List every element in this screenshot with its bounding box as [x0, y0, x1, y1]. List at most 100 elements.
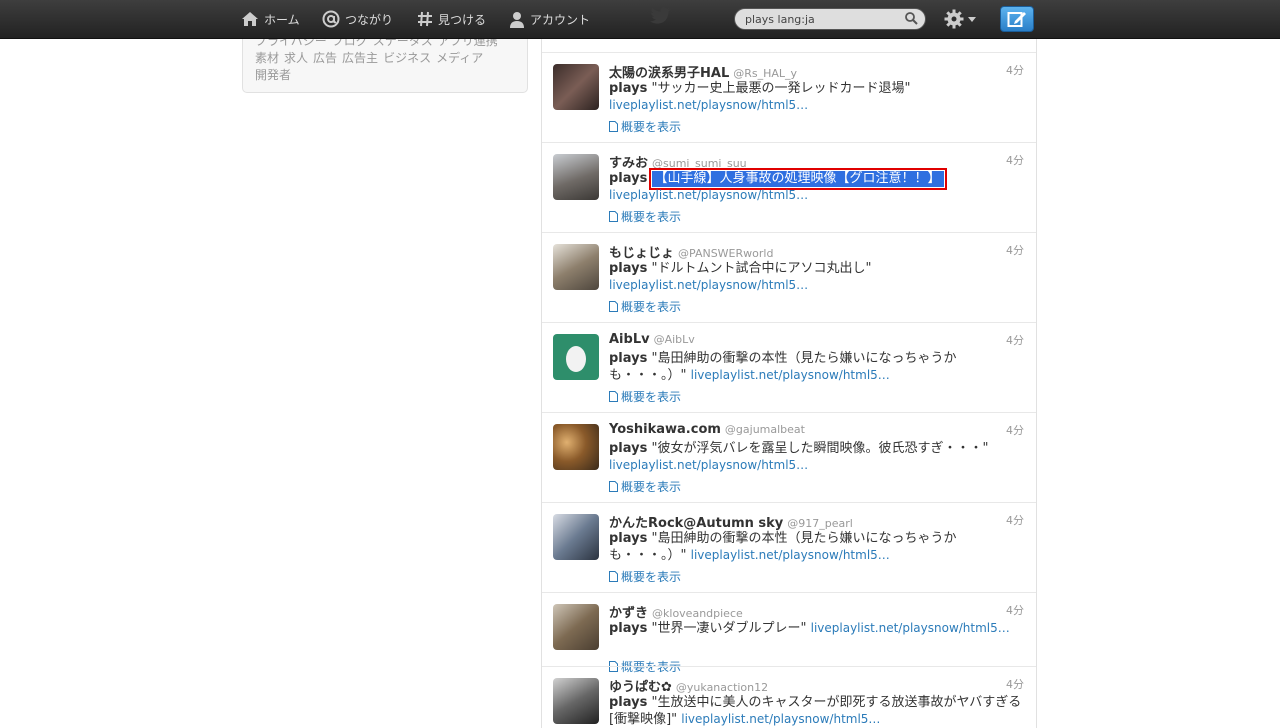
tweet-timestamp[interactable]: 4分: [1006, 152, 1024, 168]
tweet-user-name[interactable]: もじょじょ: [609, 246, 674, 261]
tweet-link[interactable]: liveplaylist.net/playsnow/html5…: [609, 458, 808, 472]
tweet-user-handle[interactable]: @AibLv: [654, 333, 695, 346]
tweet-link[interactable]: liveplaylist.net/playsnow/html5…: [691, 548, 890, 562]
tweet-user-name[interactable]: かんたRock@Autumn sky: [609, 516, 783, 531]
nav-connect-label: つながり: [345, 12, 394, 27]
tweet-link[interactable]: liveplaylist.net/playsnow/html5…: [609, 278, 808, 292]
document-icon: [609, 571, 618, 582]
tweet-text: plays "ドルトムント試合中にアソコ丸出し" liveplaylist.ne…: [609, 260, 1029, 294]
tweet-plays-label: plays: [609, 441, 648, 456]
footer-link[interactable]: 広告主: [342, 51, 378, 65]
tweet-timestamp[interactable]: 4分: [1006, 422, 1024, 438]
tweet-plays-label: plays: [609, 621, 648, 636]
avatar[interactable]: [553, 64, 599, 110]
tweet-header: ゆうぱむ✿ @yukanaction12 4分: [609, 676, 1024, 695]
tweet-user-name[interactable]: AibLv: [609, 332, 650, 347]
footer-link[interactable]: メディア: [436, 51, 483, 65]
tweet-user-handle[interactable]: @yukanaction12: [676, 681, 768, 694]
nav-connect[interactable]: つながり: [322, 0, 393, 38]
document-icon: [609, 121, 618, 132]
nav-home[interactable]: ホーム: [241, 0, 300, 38]
tweet-user-handle[interactable]: @kloveandpiece: [652, 607, 743, 620]
tweet-title: "彼女が浮気バレを露呈した瞬間映像。彼氏恐すぎ・・・": [651, 441, 989, 456]
expand-summary-label: 概要を表示: [621, 120, 682, 134]
tweet-link[interactable]: liveplaylist.net/playsnow/html5…: [609, 188, 808, 202]
highlighted-tweet-title: 【山手線】人身事故の処理映像【グロ注意！！】: [648, 168, 947, 190]
footer-link[interactable]: 広告: [313, 51, 337, 65]
expand-summary-link[interactable]: 概要を表示: [609, 388, 681, 405]
nav-account[interactable]: アカウント: [509, 0, 590, 38]
avatar[interactable]: [553, 244, 599, 290]
footer-link[interactable]: 求人: [284, 51, 308, 65]
avatar[interactable]: [553, 334, 599, 380]
tweet-user-handle[interactable]: @PANSWERworld: [678, 247, 773, 260]
hash-icon: [418, 11, 432, 27]
tweet-title: "世界一凄いダブルプレー": [651, 621, 807, 636]
tweet-link[interactable]: liveplaylist.net/playsnow/html5…: [811, 621, 1010, 635]
tweet-timestamp[interactable]: 4分: [1006, 602, 1024, 618]
tweet-link[interactable]: liveplaylist.net/playsnow/html5…: [681, 712, 880, 726]
expand-summary-label: 概要を表示: [621, 300, 682, 314]
expand-summary-link[interactable]: 概要を表示: [609, 478, 681, 495]
search-input[interactable]: [745, 11, 895, 27]
footer-link[interactable]: 開発者: [255, 68, 291, 82]
avatar[interactable]: [553, 424, 599, 470]
search-icon[interactable]: [905, 12, 918, 25]
avatar[interactable]: [553, 678, 599, 724]
tweet-title: "サッカー史上最悪の一発レッドカード退場": [651, 81, 911, 96]
tweet-plays-label: plays: [609, 695, 648, 710]
tweet-item[interactable]: ゆうぱむ✿ @yukanaction12 4分 plays "生放送中に美人のキャ…: [542, 666, 1036, 728]
tweet-header: かんたRock@Autumn sky @917_pearl 4分: [609, 512, 1024, 531]
tweet-timestamp[interactable]: 4分: [1006, 332, 1024, 348]
tweet-item[interactable]: AibLv @AibLv 4分 plays "島田紳助の衝撃の本性（見たら嫌いにな…: [542, 322, 1036, 412]
tweet-user-name[interactable]: Yoshikawa.com: [609, 422, 721, 437]
tweet-plays-label: plays: [609, 261, 648, 276]
gear-icon: [944, 9, 964, 29]
compose-icon: [1007, 12, 1026, 27]
nav-discover[interactable]: 見つける: [417, 0, 486, 38]
tweet-link[interactable]: liveplaylist.net/playsnow/html5…: [691, 368, 890, 382]
tweet-timestamp[interactable]: 4分: [1006, 676, 1024, 692]
tweet-item[interactable]: すみお @sumi_sumi_suu 4分 plays 【山手線】人身事故の処理映…: [542, 142, 1036, 232]
nav-account-label: アカウント: [530, 12, 591, 27]
tweet-user-name[interactable]: 太陽の涙系男子HAL: [609, 66, 729, 81]
expand-summary-link[interactable]: 概要を表示: [609, 568, 681, 585]
avatar[interactable]: [553, 514, 599, 560]
footer-links: プライバシー ブログ ステータス アプリ連携 素材 求人 広告 広告主 ビジネス メディア 開発…: [255, 33, 517, 84]
top-navigation-bar: ホーム つながり 見つける アカウント: [0, 0, 1280, 39]
tweet-user-name[interactable]: すみお: [609, 156, 648, 171]
tweet-timestamp[interactable]: 4分: [1006, 512, 1024, 528]
footer-link[interactable]: ビジネス: [383, 51, 431, 65]
document-icon: [609, 391, 618, 402]
tweet-plays-label: plays: [609, 81, 648, 96]
expand-summary-link[interactable]: 概要を表示: [609, 208, 681, 225]
settings-menu[interactable]: [944, 9, 976, 29]
tweet-user-handle[interactable]: @sumi_sumi_suu: [652, 157, 747, 170]
tweet-timestamp[interactable]: 4分: [1006, 62, 1024, 78]
tweet-text: plays "生放送中に美人のキャスターが即死する放送事故がヤバすぎる[衝撃映像…: [609, 694, 1029, 728]
tweet-item[interactable]: もじょじょ @PANSWERworld 4分 plays "ドルトムント試合中にア…: [542, 232, 1036, 322]
tweet-timestamp[interactable]: 4分: [1006, 242, 1024, 258]
tweet-item[interactable]: かんたRock@Autumn sky @917_pearl 4分 plays "島…: [542, 502, 1036, 592]
expand-summary-link[interactable]: 概要を表示: [609, 118, 681, 135]
tweet-link[interactable]: liveplaylist.net/playsnow/html5…: [609, 98, 808, 112]
at-sign-icon: [322, 10, 340, 28]
chevron-down-icon: [968, 16, 976, 22]
tweet-item[interactable]: 太陽の涙系男子HAL @Rs_HAL_y 4分 plays "サッカー史上最悪の一…: [542, 52, 1036, 142]
avatar[interactable]: [553, 604, 599, 650]
person-icon: [510, 11, 524, 28]
tweet-item[interactable]: Yoshikawa.com @gajumalbeat 4分 plays "彼女が浮…: [542, 412, 1036, 502]
tweet-user-name[interactable]: かずき: [609, 606, 648, 621]
tweet-title: "ドルトムント試合中にアソコ丸出し": [651, 261, 872, 276]
tweet-user-handle[interactable]: @gajumalbeat: [725, 423, 805, 436]
tweet-text: plays 【山手線】人身事故の処理映像【グロ注意！！】 liveplaylis…: [609, 168, 1029, 204]
tweet-user-name[interactable]: ゆうぱむ✿: [609, 680, 672, 695]
avatar[interactable]: [553, 154, 599, 200]
tweet-plays-label: plays: [609, 171, 648, 186]
document-icon: [609, 481, 618, 492]
footer-link[interactable]: 素材: [255, 51, 279, 65]
expand-summary-link[interactable]: 概要を表示: [609, 298, 681, 315]
tweet-user-handle[interactable]: @917_pearl: [787, 517, 853, 530]
compose-tweet-button[interactable]: [1000, 6, 1034, 32]
tweet-user-handle[interactable]: @Rs_HAL_y: [733, 67, 797, 80]
